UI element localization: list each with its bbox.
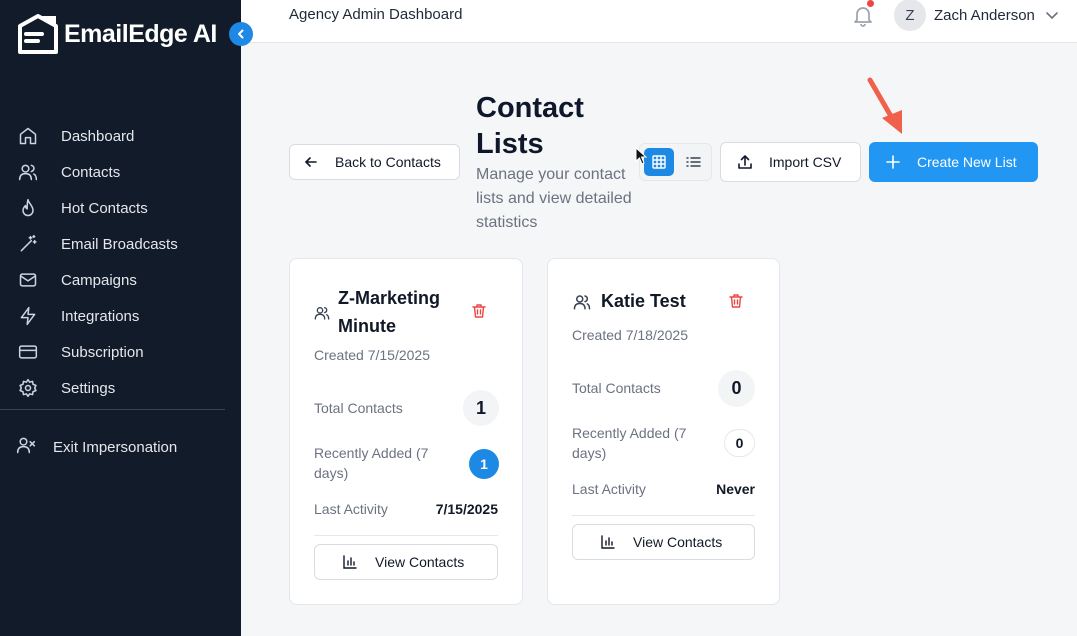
exit-impersonation-label: Exit Impersonation: [53, 438, 178, 456]
page-subtitle: Manage your contact lists and view detai…: [476, 166, 632, 231]
notifications-button[interactable]: [851, 0, 875, 27]
view-contacts-button[interactable]: View Contacts: [572, 524, 755, 560]
card-title-row: Katie Test: [572, 287, 742, 315]
last-activity-label: Last Activity: [572, 481, 646, 497]
import-csv-button[interactable]: Import CSV: [720, 142, 861, 182]
total-contacts-label: Total Contacts: [314, 400, 403, 416]
user-menu[interactable]: Z Zach Anderson: [894, 0, 1059, 31]
brand-logo[interactable]: EmailEdge AI: [16, 12, 217, 56]
contact-list-card: Katie Test Created 7/18/2025 Total Conta…: [547, 258, 780, 605]
view-contacts-label: View Contacts: [633, 534, 723, 550]
sidebar-item-contacts[interactable]: Contacts: [0, 154, 241, 190]
back-to-contacts-button[interactable]: Back to Contacts: [289, 144, 460, 180]
sidebar-item-label: Dashboard: [61, 127, 135, 145]
sidebar-item-dashboard[interactable]: Dashboard: [0, 118, 241, 154]
avatar: Z: [894, 0, 926, 31]
view-contacts-label: View Contacts: [375, 554, 465, 570]
brand-name: EmailEdge AI: [64, 19, 217, 48]
recently-added-label: Recently Added (7 days): [314, 445, 429, 481]
flame-icon: [18, 198, 38, 218]
card-title: Z-Marketing Minute: [338, 288, 441, 336]
total-contacts-count: 1: [463, 390, 499, 426]
sidebar-item-label: Integrations: [61, 307, 140, 325]
sidebar-item-campaigns[interactable]: Campaigns: [0, 262, 241, 298]
notification-dot: [867, 0, 874, 7]
recently-added-badge: 1: [469, 449, 499, 479]
sidebar-item-label: Campaigns: [61, 271, 137, 289]
upload-icon: [738, 155, 752, 169]
lightning-icon: [18, 306, 38, 326]
user-name: Zach Anderson: [934, 6, 1035, 24]
create-new-list-label: Create New List: [917, 154, 1017, 170]
mail-icon: [18, 270, 38, 290]
arrow-left-icon: [304, 157, 317, 167]
recently-added-label: Recently Added (7 days): [572, 425, 687, 461]
sidebar-item-subscription[interactable]: Subscription: [0, 334, 241, 370]
page-title: Contact Lists: [476, 92, 584, 160]
total-contacts-count: 0: [718, 370, 755, 407]
card-divider: [572, 515, 755, 516]
sidebar-item-integrations[interactable]: Integrations: [0, 298, 241, 334]
last-activity-value: Never: [716, 481, 755, 497]
bar-chart-icon: [343, 555, 357, 569]
sidebar-item-email-broadcasts[interactable]: Email Broadcasts: [0, 226, 241, 262]
grid-icon: [652, 155, 666, 169]
total-contacts-label: Total Contacts: [572, 380, 661, 396]
card-title-row: Z-Marketing Minute: [314, 284, 484, 340]
sidebar-nav: Dashboard Contacts Hot Contacts Email Br…: [0, 118, 241, 406]
contact-list-card: Z-Marketing Minute Created 7/15/2025 Tot…: [289, 258, 523, 605]
card-divider: [314, 535, 498, 536]
users-icon: [18, 162, 38, 182]
magic-wand-icon: [18, 234, 38, 254]
top-header: Agency Admin Dashboard Z Zach Anderson: [241, 0, 1077, 43]
logo-icon: [18, 14, 58, 54]
sidebar-item-hot-contacts[interactable]: Hot Contacts: [0, 190, 241, 226]
credit-card-icon: [18, 342, 38, 362]
sidebar-item-label: Hot Contacts: [61, 199, 148, 217]
annotation-arrow-icon: [867, 77, 902, 134]
user-x-icon: [16, 435, 36, 460]
sidebar-item-settings[interactable]: Settings: [0, 370, 241, 406]
gear-icon: [18, 378, 38, 398]
sidebar-divider: [0, 409, 225, 410]
trash-icon[interactable]: [471, 303, 487, 319]
home-icon: [18, 126, 38, 146]
header-title: Agency Admin Dashboard: [289, 6, 463, 23]
chevron-down-icon: [1046, 12, 1058, 20]
chevron-left-icon: [238, 29, 244, 39]
import-csv-label: Import CSV: [769, 154, 842, 170]
create-new-list-button[interactable]: Create New List: [869, 142, 1038, 182]
card-created-date: Created 7/15/2025: [314, 347, 430, 363]
exit-impersonation-button[interactable]: Exit Impersonation: [0, 429, 241, 465]
view-contacts-button[interactable]: View Contacts: [314, 544, 498, 580]
collapse-sidebar-button[interactable]: [229, 22, 253, 46]
card-created-date: Created 7/18/2025: [572, 327, 688, 343]
list-view-button[interactable]: [678, 148, 708, 176]
sidebar-item-label: Subscription: [61, 343, 144, 361]
plus-icon: [886, 155, 900, 169]
trash-icon[interactable]: [728, 293, 744, 309]
users-icon: [314, 307, 330, 320]
view-toggle: [639, 143, 712, 181]
recently-added-badge: 0: [724, 429, 755, 457]
card-title: Katie Test: [601, 291, 686, 311]
sidebar-item-label: Settings: [61, 379, 116, 397]
mouse-cursor-icon: [635, 147, 647, 165]
back-to-contacts-label: Back to Contacts: [335, 154, 441, 170]
sidebar-item-label: Contacts: [61, 163, 121, 181]
sidebar: EmailEdge AI Dashboard Contacts Hot Cont…: [0, 0, 241, 636]
last-activity-value: 7/15/2025: [435, 501, 498, 517]
list-icon: [685, 157, 701, 167]
grid-view-button[interactable]: [644, 148, 674, 176]
sidebar-item-label: Email Broadcasts: [61, 235, 178, 253]
bar-chart-icon: [601, 535, 615, 549]
last-activity-label: Last Activity: [314, 501, 388, 517]
users-icon: [573, 295, 591, 310]
